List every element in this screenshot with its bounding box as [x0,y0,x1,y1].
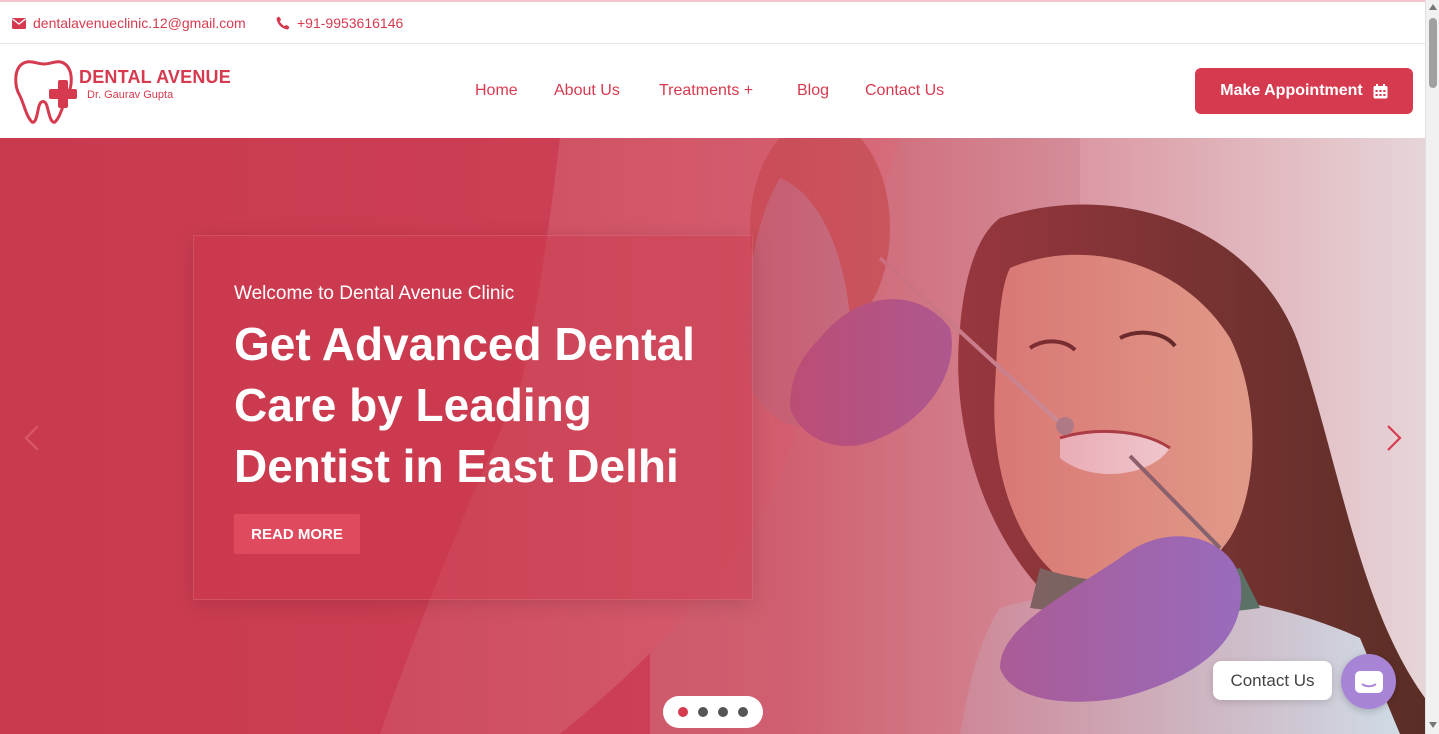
phone-text: +91-9953616146 [297,15,404,31]
slider-dot-3[interactable] [718,707,728,717]
scroll-down-arrow-icon[interactable] [1429,722,1437,728]
nav-blog[interactable]: Blog [797,82,829,100]
chat-icon [1354,670,1383,693]
contact-widget-button[interactable] [1341,654,1396,709]
make-appointment-label: Make Appointment [1220,82,1363,99]
page-scrollbar[interactable] [1425,0,1439,734]
top-info-bar: dentalavenueclinic.12@gmail.com +91-9953… [0,0,1425,44]
scroll-thumb[interactable] [1429,18,1437,88]
read-more-button[interactable]: READ MORE [234,514,360,554]
nav-contact-us[interactable]: Contact Us [865,82,944,100]
phone-icon [276,16,290,30]
chevron-right-icon[interactable] [1382,423,1406,453]
logo[interactable]: DENTAL AVENUE Dr. Gaurav Gupta [12,56,242,126]
nav-about-us[interactable]: About Us [554,82,620,100]
chevron-left-icon[interactable] [20,423,44,453]
make-appointment-button[interactable]: Make Appointment [1195,68,1413,114]
nav-treatments[interactable]: Treatments + [659,82,753,100]
tooth-logo-icon [14,60,77,124]
phone-link[interactable]: +91-9953616146 [276,15,403,31]
site-header: DENTAL AVENUE Dr. Gaurav Gupta Home Abou… [0,44,1425,138]
contact-us-tooltip[interactable]: Contact Us [1213,661,1332,700]
email-link[interactable]: dentalavenueclinic.12@gmail.com [12,15,246,31]
calendar-icon [1373,83,1388,98]
envelope-icon [12,17,26,29]
nav-home[interactable]: Home [475,82,518,100]
slider-dot-2[interactable] [698,707,708,717]
hero-title: Get Advanced Dental Care by Leading Dent… [234,318,695,492]
slider-dot-1[interactable] [678,707,688,717]
hero-welcome-text: Welcome to Dental Avenue Clinic [234,283,515,304]
slider-pagination [663,696,763,728]
hero-slider: Welcome to Dental Avenue Clinic Get Adva… [0,138,1425,734]
slider-dot-4[interactable] [738,707,748,717]
hero-caption-box: Welcome to Dental Avenue Clinic Get Adva… [193,235,753,600]
scroll-up-arrow-icon[interactable] [1429,4,1437,10]
logo-name: DENTAL AVENUE [79,67,231,87]
email-text: dentalavenueclinic.12@gmail.com [33,15,246,31]
logo-subtitle: Dr. Gaurav Gupta [87,89,174,101]
